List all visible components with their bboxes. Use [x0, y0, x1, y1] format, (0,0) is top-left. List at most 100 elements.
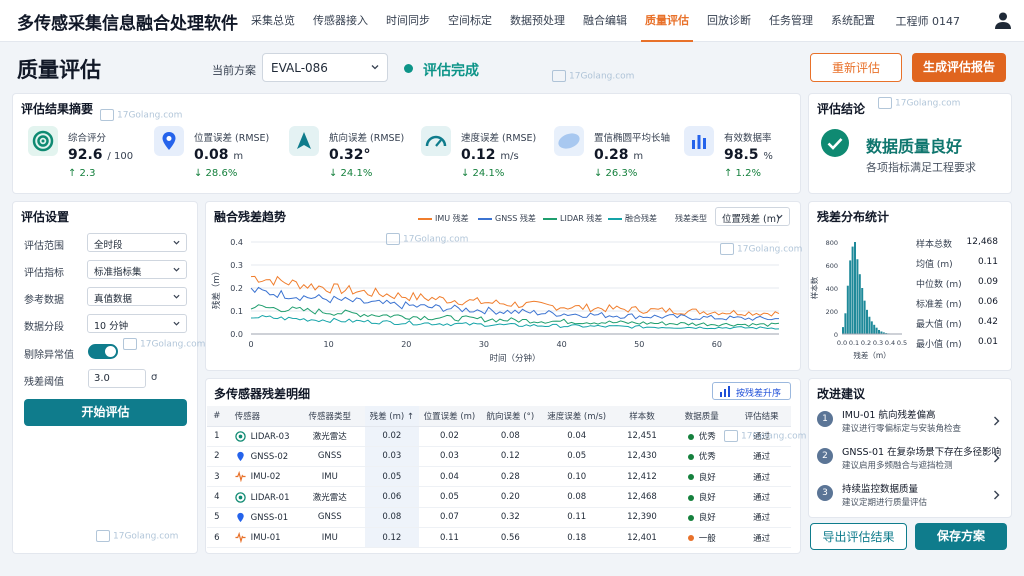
quality-dot: [687, 514, 694, 521]
x-axis-label: 时间（分钟）: [489, 353, 540, 364]
table-row[interactable]: 3 IMU-02 IMU 0.05 0.04 0.28 0.10 12,412 良好 通过: [207, 466, 791, 488]
histogram-bar: [849, 260, 852, 334]
watermark: 17Golang.com: [96, 530, 178, 542]
table-row[interactable]: 1 LIDAR-03 激光雷达 0.02 0.02 0.08 0.04 12,451 优秀 通过: [207, 426, 791, 447]
nav-item-sensor-access[interactable]: 传感器接入: [313, 0, 368, 42]
stat-label: 样本总数: [916, 240, 953, 250]
chevron-down-icon: [173, 267, 180, 272]
sensor-name: LIDAR-01: [250, 492, 290, 503]
row-index: 6: [207, 527, 227, 549]
quality-text: 优秀: [698, 452, 716, 463]
nav-item-quality-eval[interactable]: 质量评估: [641, 0, 693, 42]
quality-cell: 良好: [671, 507, 733, 528]
conclusion-detail: 各项指标满足工程要求: [866, 161, 976, 174]
column-header: 传感器类型: [295, 406, 365, 427]
column-header[interactable]: 残差 (m) ↑: [364, 406, 419, 427]
reference-data-select[interactable]: 真值数据: [87, 287, 187, 306]
sensor-type: IMU: [295, 527, 365, 549]
suggestion-item[interactable]: 2 GNSS-01 在复杂场景下存在多径影响 建议启用多频融合与遮挡检测: [813, 442, 1006, 476]
table-row[interactable]: 4 LIDAR-01 激光雷达 0.06 0.05 0.20 0.08 12,468 良好 通过: [207, 486, 791, 508]
histogram-bar: [870, 321, 873, 334]
user-avatar-icon[interactable]: [994, 11, 1012, 29]
metric-card: 有效数据率 98.5 % ↑ 1.2%: [680, 120, 805, 190]
eval-metric-value: 标准指标集: [94, 267, 142, 278]
app-title: 多传感采集信息融合处理软件: [17, 14, 238, 34]
threshold-unit: σ: [151, 372, 158, 383]
nav-item-system-config[interactable]: 系统配置: [831, 0, 875, 42]
sensor-type: 激光雷达: [295, 426, 365, 447]
reevaluate-button[interactable]: 重新评估: [810, 53, 902, 82]
quality-cell: 优秀: [671, 446, 733, 468]
column-header: 样本数: [612, 406, 672, 427]
suggestion-item[interactable]: 3 持续监控数据质量 建议定期进行质量评估: [813, 479, 1006, 513]
table-row[interactable]: 2 GNSS-02 GNSS 0.03 0.03 0.12 0.05 12,430 优秀 通过: [207, 446, 791, 468]
residual-type-select[interactable]: 位置残差 (m): [715, 207, 790, 226]
metric-card: 速度误差 (RMSE) 0.12 m/s ↓ 24.1%: [417, 120, 542, 190]
imu-icon: [235, 471, 246, 483]
quality-text: 良好: [698, 513, 716, 524]
nav-item-space-calibration[interactable]: 空间标定: [448, 0, 492, 42]
scheme-select[interactable]: EVAL-086: [262, 53, 388, 82]
nav-item-fusion-edit[interactable]: 融合编辑: [583, 0, 627, 42]
stat-label: 中位数 (m): [916, 280, 962, 290]
status-dot: [404, 64, 413, 73]
residual-value: 0.03: [364, 446, 419, 468]
bar-chart-icon: [720, 386, 730, 397]
legend-swatch: [478, 217, 492, 220]
y-tick-label: 400: [826, 285, 838, 293]
sort-ascending-button[interactable]: 按残差升序: [712, 382, 791, 400]
stat-value: 0.01: [977, 337, 998, 347]
eval-result: 通过: [732, 527, 791, 549]
watermark-text: 17Golang.com: [113, 531, 179, 542]
nav-item-preprocess[interactable]: 数据预处理: [510, 0, 565, 42]
histogram-bar: [863, 300, 866, 334]
ellipse-icon: [554, 126, 584, 156]
table-row[interactable]: 5 GNSS-01 GNSS 0.08 0.07 0.32 0.11 12,390 良好 通过: [207, 507, 791, 528]
metric-number: 98.5: [724, 147, 759, 163]
save-scheme-button[interactable]: 保存方案: [915, 523, 1007, 550]
suggestion-item[interactable]: 1 IMU-01 航向残差偏高 建议进行零偏标定与安装角检查: [813, 405, 1006, 439]
data-segment-select[interactable]: 10 分钟: [87, 314, 187, 333]
watermark-logo-icon: [878, 97, 892, 109]
nav-item-time-sync[interactable]: 时间同步: [386, 0, 430, 42]
heading-error: 0.32: [479, 507, 541, 528]
position-error: 0.11: [418, 527, 480, 549]
residual-type-label: 残差类型: [675, 214, 707, 223]
metric-label: 航向误差 (RMSE): [329, 133, 405, 144]
outlier-removal-toggle[interactable]: [88, 344, 118, 359]
row-index: 4: [207, 486, 227, 508]
suggestion-detail: 建议启用多频融合与遮挡检测: [842, 461, 953, 471]
top-bar: 多传感采集信息融合处理软件 采集总览 传感器接入 时间同步 空间标定 数据预处理…: [0, 0, 1024, 42]
x-tick-label: 20: [401, 340, 411, 349]
histogram-bar: [844, 313, 847, 334]
column-header: 航向误差 (°): [479, 406, 541, 427]
legend-label: IMU 残差: [435, 214, 469, 223]
nav-item-collect-overview[interactable]: 采集总览: [251, 0, 295, 42]
trend-title: 融合残差趋势: [214, 210, 287, 224]
row-index: 1: [207, 426, 227, 447]
residual-trend-chart: 0.0 0.1 0.2 0.3 0.4 0 10 20 30 40 50 60 时间（分钟） 残差（m）: [211, 238, 780, 364]
suggestion-number: 3: [817, 485, 833, 501]
chevron-right-icon: [994, 490, 1000, 500]
column-header: 评估结果: [732, 406, 791, 427]
histogram-bar: [846, 285, 849, 334]
metric-label: 置信椭圆平均长轴: [594, 133, 671, 144]
start-eval-button[interactable]: 开始评估: [24, 399, 187, 426]
eval-range-select[interactable]: 全时段: [87, 233, 187, 252]
threshold-input[interactable]: 3.0: [88, 369, 146, 388]
generate-report-button[interactable]: 生成评估报告: [912, 53, 1006, 82]
nav-item-replay-diagnosis[interactable]: 回放诊断: [707, 0, 751, 42]
nav-item-task-management[interactable]: 任务管理: [769, 0, 813, 42]
eval-metric-label: 评估指标: [24, 268, 64, 279]
position-error: 0.05: [418, 486, 480, 508]
watermark-text: 17Golang.com: [569, 71, 635, 82]
export-results-button[interactable]: 导出评估结果: [810, 523, 907, 550]
y-tick-label: 0.0: [230, 330, 243, 339]
table-row[interactable]: 6 IMU-01 IMU 0.12 0.11 0.56 0.18 12,401 一般 通过: [207, 527, 791, 549]
eval-metric-select[interactable]: 标准指标集: [87, 260, 187, 279]
user-name[interactable]: 工程师 0147: [896, 13, 961, 29]
watermark-logo-icon: [96, 530, 110, 542]
location-pin-icon: [154, 126, 184, 156]
x-tick-label: 0: [248, 340, 253, 349]
watermark-text: 17Golang.com: [140, 339, 206, 350]
